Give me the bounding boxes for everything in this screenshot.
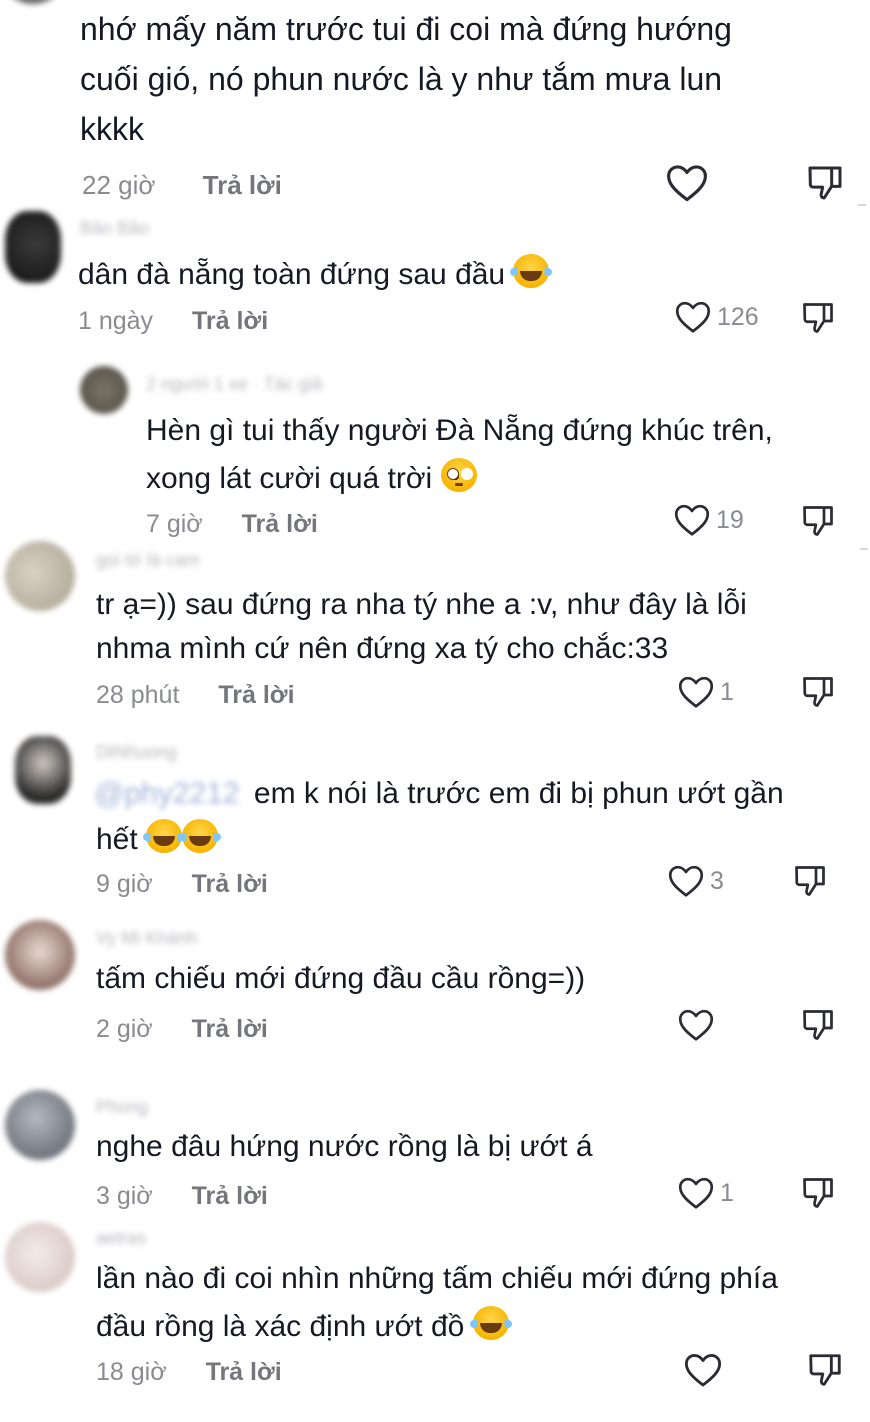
like-count: 3 bbox=[710, 866, 724, 895]
comment-time: 18 giờ bbox=[96, 1358, 167, 1386]
like-button[interactable] bbox=[684, 1352, 728, 1388]
comment-time: 2 giờ bbox=[96, 1015, 153, 1043]
like-button[interactable] bbox=[678, 1008, 720, 1042]
flushed-emoji bbox=[440, 458, 477, 492]
heart-outline-icon bbox=[678, 1177, 714, 1209]
like-count: 1 bbox=[720, 677, 734, 706]
comment-text: dân đà nẵng toàn đứng sau đầu bbox=[78, 252, 553, 298]
comment-meta: 28 phút Trả lời bbox=[96, 681, 295, 710]
comment-time: 3 giờ bbox=[96, 1182, 153, 1210]
avatar[interactable] bbox=[5, 920, 75, 990]
reply-button[interactable]: Trả lời bbox=[192, 1015, 268, 1043]
mention-link[interactable]: @phy2212 bbox=[94, 777, 240, 810]
comment-text-line: đầu rồng là xác định ướt đồ bbox=[96, 1304, 512, 1350]
comment-time: 9 giờ bbox=[96, 870, 153, 898]
reply-button[interactable]: Trả lời bbox=[192, 870, 268, 898]
comment-text-line: cuối gió, nó phun nước là y như tắm mưa … bbox=[80, 61, 723, 97]
comment-time: 7 giờ bbox=[146, 510, 203, 538]
thumbs-down-outline-icon[interactable] bbox=[792, 863, 828, 899]
avatar[interactable] bbox=[5, 211, 61, 283]
comment-username[interactable]: DtNhuong bbox=[96, 742, 177, 763]
comment-text-line: Hèn gì tui thấy người Đà Nẵng đứng khúc … bbox=[146, 414, 773, 447]
laughing-tears-emoji bbox=[510, 254, 553, 288]
comment-time: 1 ngày bbox=[78, 307, 154, 335]
heart-outline-icon bbox=[674, 504, 710, 536]
like-count: 19 bbox=[716, 505, 744, 534]
comment-username[interactable]: gọi tớ là cam bbox=[96, 550, 200, 571]
like-button[interactable]: 1 bbox=[678, 1176, 734, 1210]
comment-text: tấm chiếu mới đứng đầu cầu rồng=)) bbox=[96, 962, 586, 995]
avatar[interactable] bbox=[5, 1090, 75, 1160]
thumbs-down-outline-icon[interactable] bbox=[804, 163, 846, 203]
heart-outline-icon bbox=[667, 165, 707, 202]
comment-text-line: @phy2212 em k nói là trước em đi bị phun… bbox=[94, 777, 784, 810]
avatar[interactable] bbox=[5, 0, 61, 4]
thumbs-down-outline-icon[interactable] bbox=[806, 1351, 844, 1389]
heart-outline-icon bbox=[678, 1009, 714, 1041]
reply-button[interactable]: Trả lời bbox=[192, 1182, 268, 1210]
comment-meta: 3 giờ Trả lời bbox=[96, 1182, 268, 1211]
thumbs-down-outline-icon[interactable] bbox=[800, 503, 836, 539]
comment-text: nghe đâu hứng nước rồng là bị ướt á bbox=[96, 1130, 593, 1163]
avatar[interactable] bbox=[5, 541, 75, 611]
thumbs-down-outline-icon[interactable] bbox=[800, 674, 836, 710]
heart-outline-icon bbox=[675, 301, 711, 333]
comment-username[interactable]: Bảo Bảo bbox=[80, 218, 149, 239]
comment-text-line: hết bbox=[96, 817, 222, 863]
avatar[interactable] bbox=[80, 366, 128, 414]
like-button[interactable]: 19 bbox=[674, 503, 744, 537]
comment-meta: 18 giờ Trả lời bbox=[96, 1358, 282, 1387]
like-count: 1 bbox=[720, 1178, 734, 1207]
laughing-tears-emoji bbox=[143, 819, 186, 853]
comment-username[interactable]: Phong bbox=[96, 1097, 148, 1118]
heart-outline-icon bbox=[678, 676, 714, 708]
reply-button[interactable]: Trả lời bbox=[218, 681, 294, 709]
comment-time: 28 phút bbox=[96, 681, 180, 709]
reply-button[interactable]: Trả lời bbox=[242, 510, 318, 538]
laughing-tears-emoji bbox=[179, 819, 222, 853]
comment-meta: 9 giờ Trả lời bbox=[96, 870, 268, 899]
heart-outline-icon bbox=[668, 865, 704, 897]
comment-text-line: tr ạ=)) sau đứng ra nha tý nhe a :v, như… bbox=[96, 588, 747, 621]
comment-time: 22 giờ bbox=[82, 170, 156, 200]
comment-meta: 7 giờ Trả lời bbox=[146, 510, 318, 539]
comment-username[interactable]: aetras bbox=[96, 1228, 146, 1249]
comment-text-line: nhma mình cứ nên đứng xa tý cho chắc:33 bbox=[96, 632, 669, 665]
reply-button[interactable]: Trả lời bbox=[206, 1358, 282, 1386]
comment-meta: 22 giờ Trả lời bbox=[82, 170, 282, 201]
thumbs-down-outline-icon[interactable] bbox=[800, 1175, 836, 1211]
reply-button[interactable]: Trả lời bbox=[203, 170, 282, 200]
thumbs-down-outline-icon[interactable] bbox=[800, 1007, 836, 1043]
thumbs-down-outline-icon[interactable] bbox=[800, 300, 836, 336]
comment-username[interactable]: 2 người 1 xe · Tác giả bbox=[146, 374, 323, 395]
like-count: 126 bbox=[717, 302, 759, 331]
reply-button[interactable]: Trả lời bbox=[192, 307, 268, 335]
heart-outline-icon bbox=[684, 1354, 722, 1387]
comment-meta: 1 ngày Trả lời bbox=[78, 307, 268, 336]
like-button[interactable]: 1 bbox=[678, 675, 734, 709]
comment-text-line: nhớ mấy năm trước tui đi coi mà đứng hướ… bbox=[80, 11, 732, 47]
avatar[interactable] bbox=[5, 1222, 75, 1292]
laughing-tears-emoji bbox=[469, 1306, 512, 1340]
comment-text-line: lần nào đi coi nhìn những tấm chiếu mới … bbox=[96, 1262, 778, 1295]
avatar[interactable] bbox=[15, 736, 71, 804]
like-button[interactable]: 126 bbox=[675, 300, 759, 334]
like-button[interactable] bbox=[666, 163, 714, 203]
like-button[interactable]: 3 bbox=[668, 864, 724, 898]
comment-text-line: kkkk bbox=[80, 111, 144, 147]
comment-username[interactable]: Vy Mi Khánh bbox=[96, 928, 197, 949]
comment-text-line: xong lát cười quá trời bbox=[146, 456, 477, 502]
comment-meta: 2 giờ Trả lời bbox=[96, 1015, 268, 1044]
